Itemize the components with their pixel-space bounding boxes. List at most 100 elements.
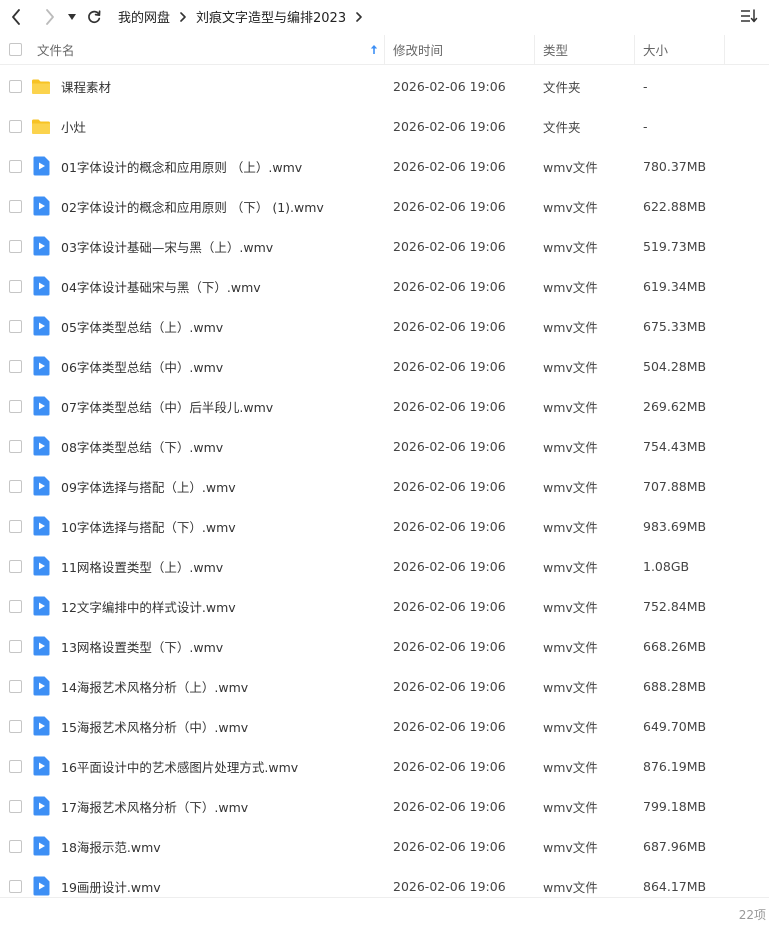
row-checkbox[interactable] xyxy=(8,319,22,333)
file-row[interactable]: 12文字编排中的样式设计.wmv 2026-02-06 19:06 wmv文件 752… xyxy=(0,586,769,626)
file-size: 269.62MB xyxy=(643,398,707,414)
file-name[interactable]: 07字体类型总结（中）后半段儿.wmv xyxy=(61,397,273,416)
file-name[interactable]: 19画册设计.wmv xyxy=(61,877,161,896)
breadcrumb-separator-icon[interactable] xyxy=(355,11,363,22)
file-modified: 2026-02-06 19:06 xyxy=(393,478,506,494)
file-type: 文件夹 xyxy=(543,79,581,95)
file-size: 622.88MB xyxy=(643,198,707,214)
breadcrumb-item-current[interactable]: 刘痕文字造型与编排2023 xyxy=(196,7,346,26)
file-name[interactable]: 17海报艺术风格分析（下）.wmv xyxy=(61,797,248,816)
file-modified: 2026-02-06 19:06 xyxy=(393,78,506,94)
file-row[interactable]: 08字体类型总结（下）.wmv 2026-02-06 19:06 wmv文件 754.… xyxy=(0,426,769,466)
file-row[interactable]: 07字体类型总结（中）后半段儿.wmv 2026-02-06 19:06 wmv文件… xyxy=(0,386,769,426)
forward-button[interactable] xyxy=(38,5,62,29)
file-type: wmv文件 xyxy=(543,679,598,695)
refresh-button[interactable] xyxy=(82,5,106,29)
folder-icon xyxy=(31,76,51,96)
file-name[interactable]: 09字体选择与搭配（上）.wmv xyxy=(61,477,236,496)
file-name[interactable]: 03字体设计基础—宋与黑（上）.wmv xyxy=(61,237,273,256)
file-row[interactable]: 14海报艺术风格分析（上）.wmv 2026-02-06 19:06 wmv文件 68… xyxy=(0,666,769,706)
row-checkbox[interactable] xyxy=(8,159,22,173)
header-size[interactable]: 大小 xyxy=(635,34,725,65)
file-row[interactable]: 05字体类型总结（上）.wmv 2026-02-06 19:06 wmv文件 675.… xyxy=(0,306,769,346)
row-checkbox[interactable] xyxy=(8,279,22,293)
row-checkbox[interactable] xyxy=(8,639,22,653)
row-checkbox[interactable] xyxy=(8,839,22,853)
file-name[interactable]: 14海报艺术风格分析（上）.wmv xyxy=(61,677,248,696)
file-row[interactable]: 小灶 2026-02-06 19:06 文件夹 - xyxy=(0,106,769,146)
file-name[interactable]: 13网格设置类型（下）.wmv xyxy=(61,637,223,656)
column-header: 文件名 修改时间 类型 大小 xyxy=(0,34,769,65)
file-row[interactable]: 17海报艺术风格分析（下）.wmv 2026-02-06 19:06 wmv文件 79… xyxy=(0,786,769,826)
file-modified: 2026-02-06 19:06 xyxy=(393,238,506,254)
file-name[interactable]: 小灶 xyxy=(61,117,86,136)
file-size: 754.43MB xyxy=(643,438,707,454)
file-type: wmv文件 xyxy=(543,599,598,615)
file-row[interactable]: 06字体类型总结（中）.wmv 2026-02-06 19:06 wmv文件 504.… xyxy=(0,346,769,386)
row-checkbox[interactable] xyxy=(8,399,22,413)
video-file-icon xyxy=(31,796,51,816)
file-name[interactable]: 18海报示范.wmv xyxy=(61,837,161,856)
file-name[interactable]: 05字体类型总结（上）.wmv xyxy=(61,317,223,336)
file-name[interactable]: 15海报艺术风格分析（中）.wmv xyxy=(61,717,248,736)
history-dropdown-button[interactable] xyxy=(64,5,80,29)
file-name[interactable]: 02字体设计的概念和应用原则 （下） (1).wmv xyxy=(61,197,324,216)
row-checkbox[interactable] xyxy=(8,799,22,813)
breadcrumb-item-root[interactable]: 我的网盘 xyxy=(118,7,170,26)
file-name[interactable]: 04字体设计基础宋与黑（下）.wmv xyxy=(61,277,261,296)
header-modified-label: 修改时间 xyxy=(393,43,444,58)
file-name[interactable]: 12文字编排中的样式设计.wmv xyxy=(61,597,236,616)
video-file-icon xyxy=(31,876,51,896)
row-checkbox[interactable] xyxy=(8,239,22,253)
row-checkbox[interactable] xyxy=(8,479,22,493)
header-size-label: 大小 xyxy=(643,43,669,58)
file-modified: 2026-02-06 19:06 xyxy=(393,558,506,574)
video-file-icon xyxy=(31,196,51,216)
file-name[interactable]: 16平面设计中的艺术感图片处理方式.wmv xyxy=(61,757,298,776)
row-checkbox[interactable] xyxy=(8,519,22,533)
row-checkbox[interactable] xyxy=(8,719,22,733)
video-file-icon xyxy=(31,516,51,536)
file-row[interactable]: 09字体选择与搭配（上）.wmv 2026-02-06 19:06 wmv文件 707… xyxy=(0,466,769,506)
row-checkbox[interactable] xyxy=(8,759,22,773)
file-name[interactable]: 08字体类型总结（下）.wmv xyxy=(61,437,223,456)
file-name[interactable]: 06字体类型总结（中）.wmv xyxy=(61,357,223,376)
row-checkbox[interactable] xyxy=(8,679,22,693)
file-row[interactable]: 15海报艺术风格分析（中）.wmv 2026-02-06 19:06 wmv文件 64… xyxy=(0,706,769,746)
file-size: 983.69MB xyxy=(643,518,707,534)
header-name[interactable]: 文件名 xyxy=(28,34,385,65)
file-type: wmv文件 xyxy=(543,159,598,175)
file-row[interactable]: 01字体设计的概念和应用原则 （上）.wmv 2026-02-06 19:06 wm… xyxy=(0,146,769,186)
back-button[interactable] xyxy=(4,5,28,29)
file-modified: 2026-02-06 19:06 xyxy=(393,158,506,174)
file-name[interactable]: 10字体选择与搭配（下）.wmv xyxy=(61,517,236,536)
row-checkbox[interactable] xyxy=(8,79,22,93)
file-row[interactable]: 课程素材 2026-02-06 19:06 文件夹 - xyxy=(0,66,769,106)
row-checkbox[interactable] xyxy=(8,359,22,373)
file-row[interactable]: 16平面设计中的艺术感图片处理方式.wmv 2026-02-06 19:06 wmv… xyxy=(0,746,769,786)
file-row[interactable]: 03字体设计基础—宋与黑（上）.wmv 2026-02-06 19:06 wmv文件… xyxy=(0,226,769,266)
file-row[interactable]: 11网格设置类型（上）.wmv 2026-02-06 19:06 wmv文件 1.08… xyxy=(0,546,769,586)
file-row[interactable]: 10字体选择与搭配（下）.wmv 2026-02-06 19:06 wmv文件 983… xyxy=(0,506,769,546)
file-size: 1.08GB xyxy=(643,558,690,574)
row-checkbox[interactable] xyxy=(8,559,22,573)
sort-menu-button[interactable] xyxy=(739,6,759,26)
select-all-checkbox[interactable] xyxy=(8,43,22,56)
row-checkbox[interactable] xyxy=(8,599,22,613)
file-name[interactable]: 11网格设置类型（上）.wmv xyxy=(61,557,223,576)
row-checkbox[interactable] xyxy=(8,199,22,213)
row-checkbox[interactable] xyxy=(8,439,22,453)
file-modified: 2026-02-06 19:06 xyxy=(393,278,506,294)
file-modified: 2026-02-06 19:06 xyxy=(393,398,506,414)
file-name[interactable]: 01字体设计的概念和应用原则 （上）.wmv xyxy=(61,157,302,176)
row-checkbox[interactable] xyxy=(8,119,22,133)
file-row[interactable]: 18海报示范.wmv 2026-02-06 19:06 wmv文件 687.96MB xyxy=(0,826,769,866)
file-row[interactable]: 13网格设置类型（下）.wmv 2026-02-06 19:06 wmv文件 668.… xyxy=(0,626,769,666)
row-checkbox[interactable] xyxy=(8,879,22,893)
file-row[interactable]: 04字体设计基础宋与黑（下）.wmv 2026-02-06 19:06 wmv文件 6… xyxy=(0,266,769,306)
file-name[interactable]: 课程素材 xyxy=(61,77,111,96)
header-modified[interactable]: 修改时间 xyxy=(385,34,535,65)
file-type: 文件夹 xyxy=(543,119,581,135)
header-type[interactable]: 类型 xyxy=(535,34,635,65)
file-row[interactable]: 02字体设计的概念和应用原则 （下） (1).wmv 2026-02-06 19:… xyxy=(0,186,769,226)
